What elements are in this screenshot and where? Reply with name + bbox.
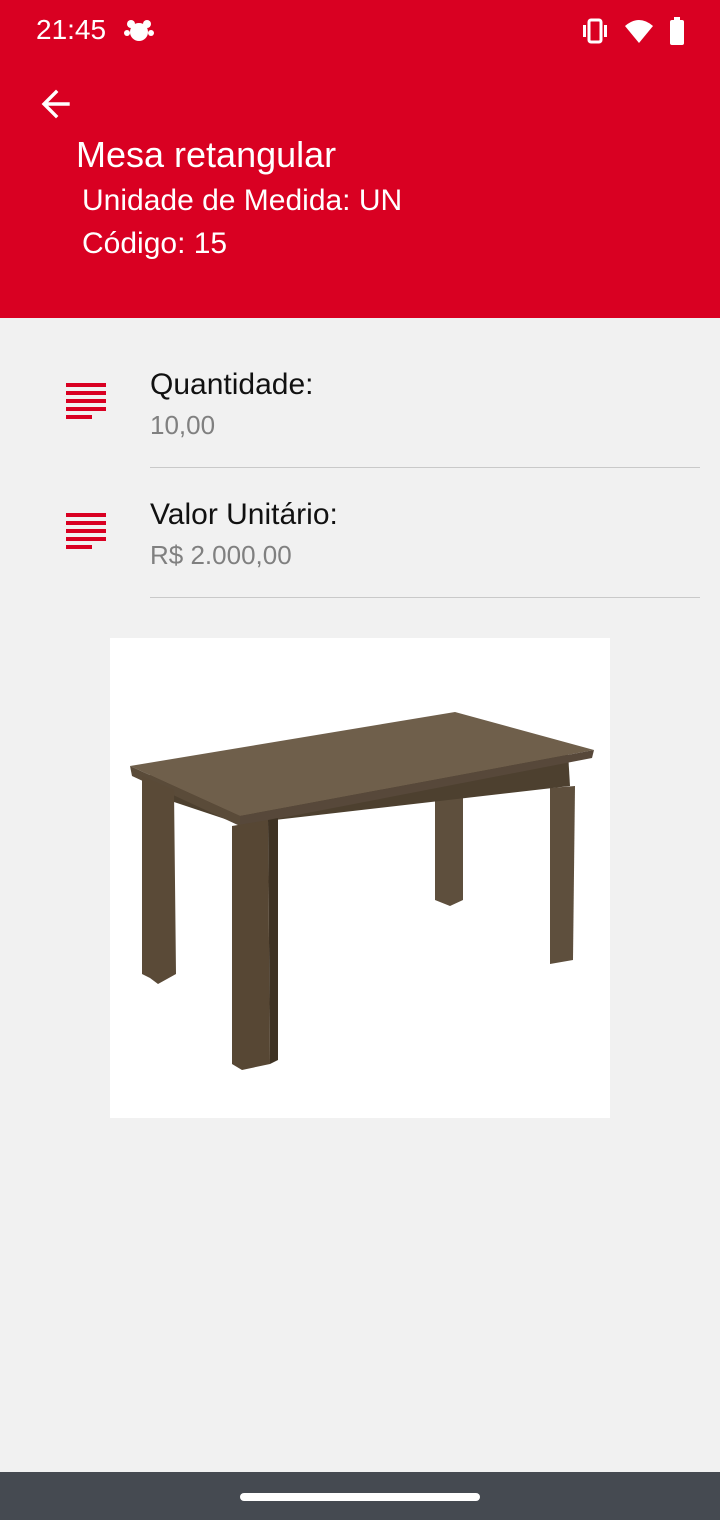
quantity-field: Quantidade: 10,00 — [0, 338, 720, 468]
arrow-back-icon — [40, 88, 72, 125]
product-image — [110, 638, 610, 1118]
status-icons — [580, 16, 686, 51]
vibrate-icon — [580, 16, 610, 51]
unit-of-measure: Unidade de Medida: UN — [82, 184, 403, 217]
product-code: Código: 15 — [82, 227, 228, 260]
notification-icon — [122, 16, 154, 51]
product-title: Mesa retangular — [76, 134, 337, 175]
notes-icon — [66, 513, 106, 549]
system-nav-bar — [0, 1472, 720, 1520]
notes-icon — [66, 383, 106, 419]
unit-price-field: Valor Unitário: R$ 2.000,00 — [0, 468, 720, 598]
back-button[interactable] — [28, 78, 84, 134]
home-gesture-handle[interactable] — [240, 1493, 480, 1501]
quantity-value: 10,00 — [150, 410, 216, 440]
status-time: 21:45 — [36, 14, 107, 45]
wifi-icon — [624, 18, 654, 49]
status-bar: 21:45 — [0, 0, 720, 64]
quantity-label: Quantidade: — [150, 368, 314, 401]
app-header: 21:45 Mesa retangular Unidade de Medida:… — [0, 0, 720, 318]
unit-price-label: Valor Unitário: — [150, 498, 338, 531]
unit-price-value: R$ 2.000,00 — [150, 540, 292, 570]
battery-icon — [668, 16, 686, 51]
divider — [150, 597, 700, 598]
